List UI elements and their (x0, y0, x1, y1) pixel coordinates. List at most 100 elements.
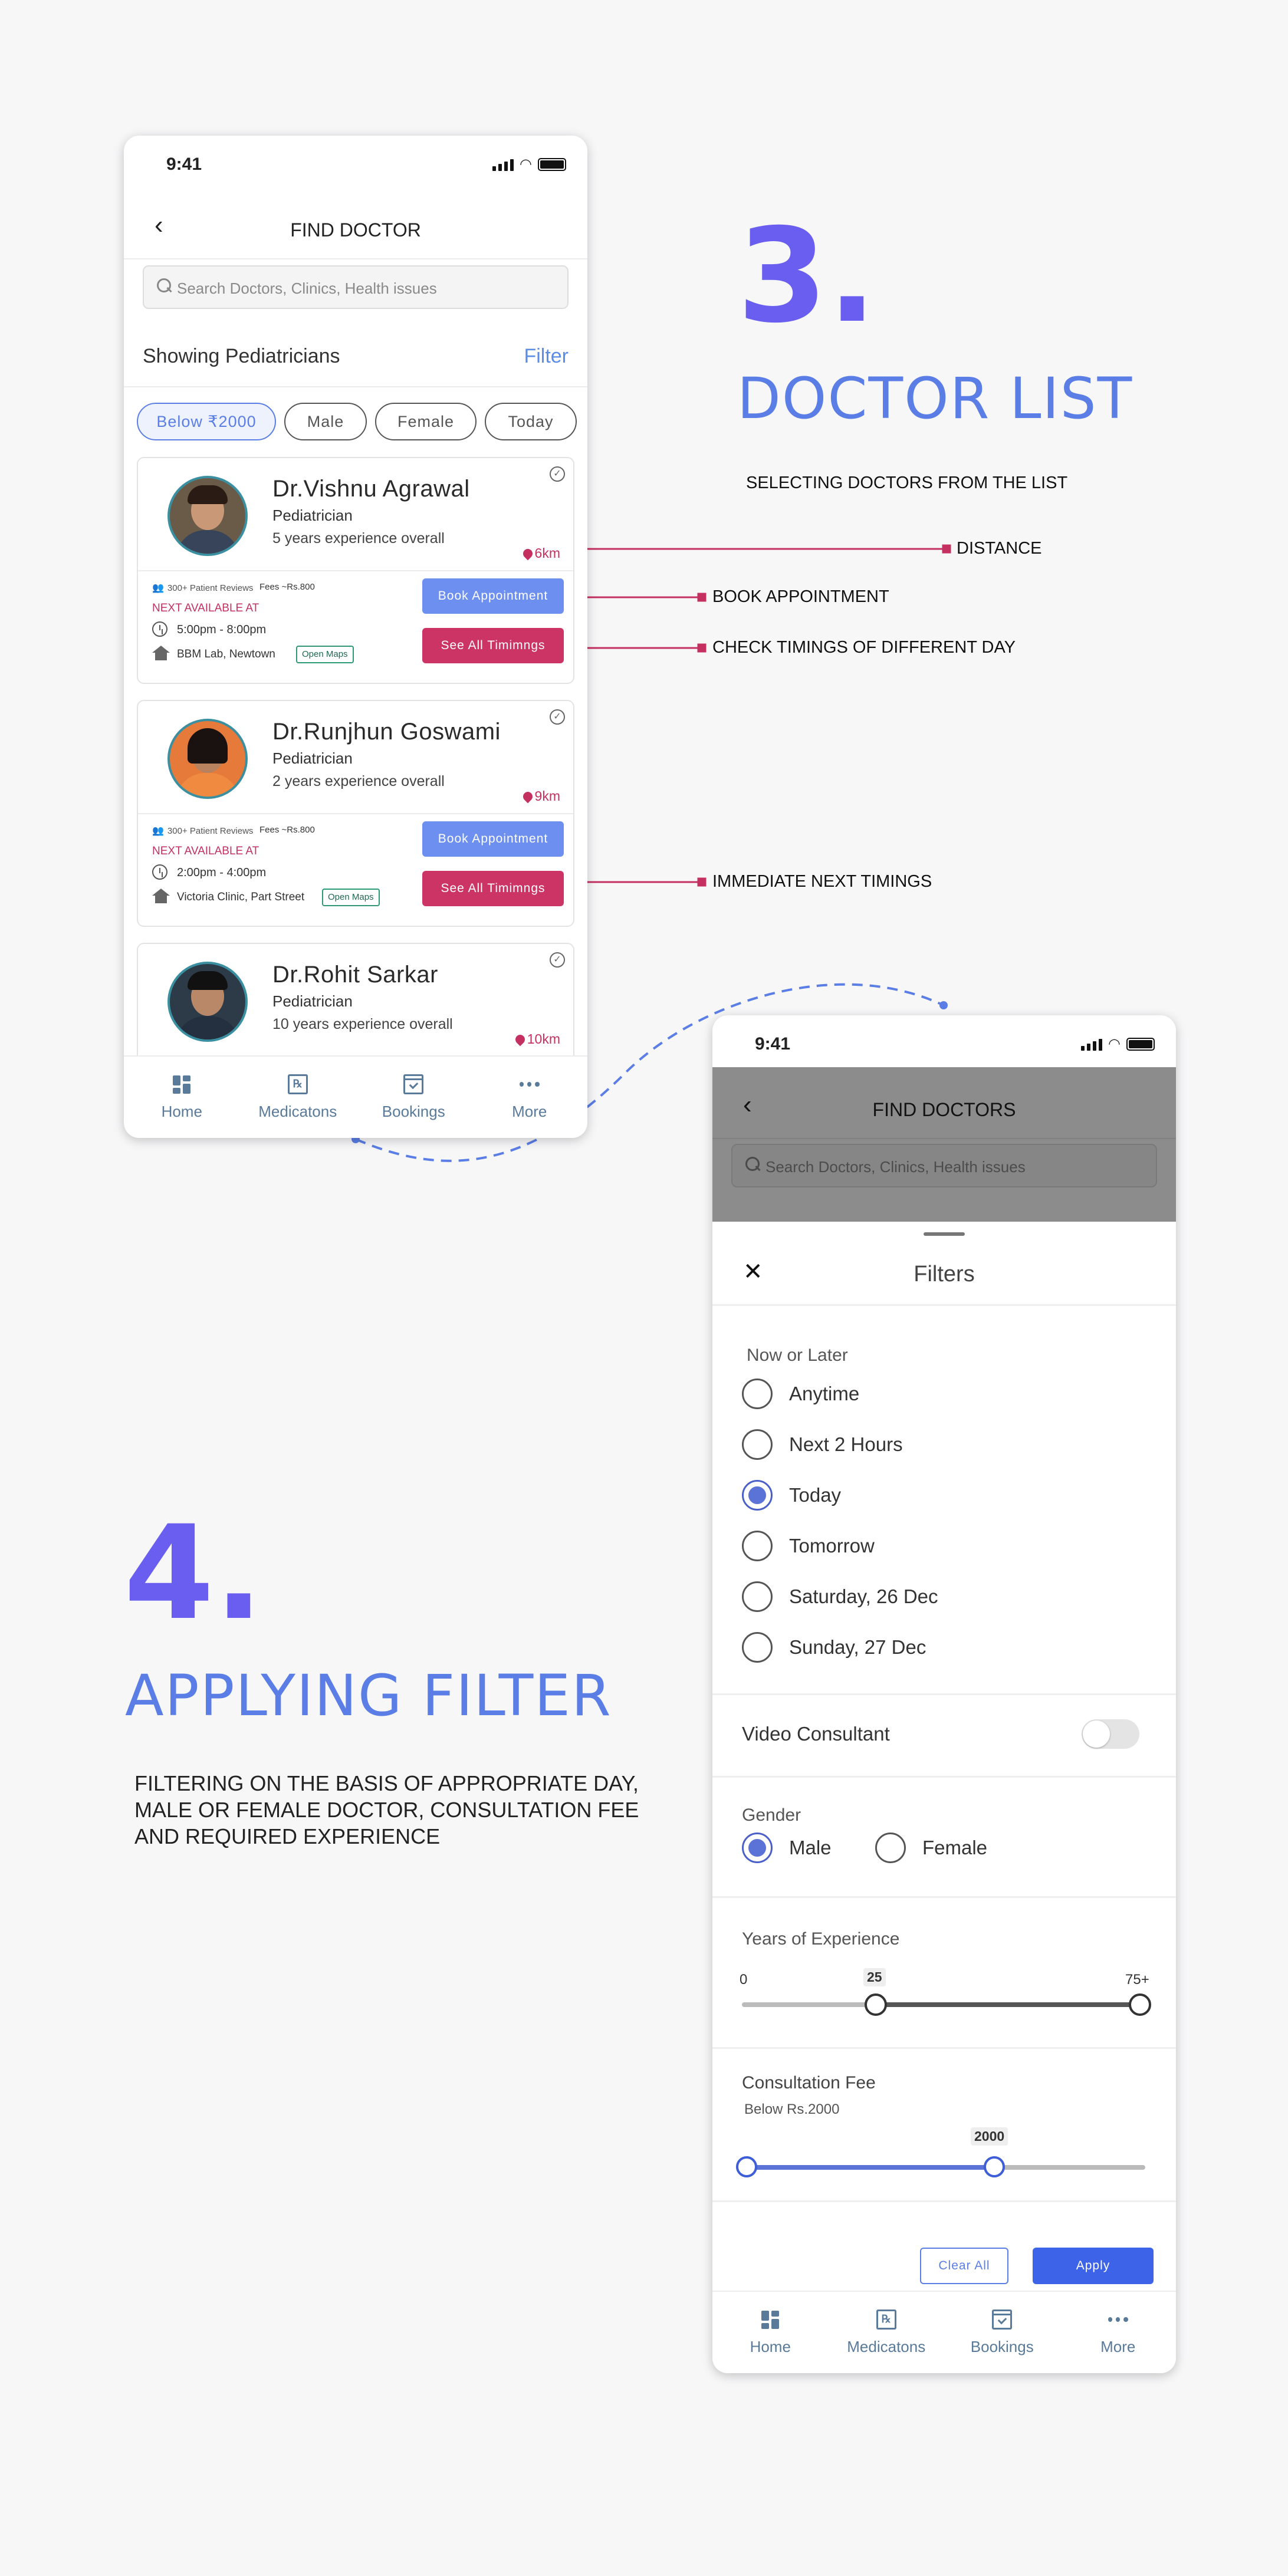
filters-sheet: ✕ Filters Now or Later Anytime Next 2 Ho… (712, 1222, 1176, 2373)
description-line: MALE OR FEMALE DOCTOR, CONSULTATION FEE (134, 1798, 639, 1822)
consultation-fee-sub: Below Rs.2000 (744, 2101, 840, 2117)
open-maps-button[interactable]: Open Maps (296, 646, 354, 663)
radio-option[interactable]: Next 2 Hours (742, 1429, 903, 1460)
bottom-nav: Home ℞ Medicatons Bookings More (124, 1055, 587, 1138)
gender-option-female[interactable]: Female (875, 1833, 987, 1863)
doctor-name: Dr.Rohit Sarkar (272, 962, 438, 988)
experience-min-handle[interactable] (865, 1993, 887, 2016)
description-line: AND REQUIRED EXPERIENCE (134, 1824, 441, 1848)
nav-home[interactable]: Home (712, 2292, 829, 2373)
status-bar: 9:41 ◠ (712, 1015, 1176, 1074)
nav-label: Medicatons (847, 2338, 926, 2355)
chip-today[interactable]: Today (485, 403, 577, 440)
divider (712, 1896, 1176, 1898)
battery-icon (1126, 1038, 1155, 1051)
distance-value: 6km (534, 545, 560, 561)
divider (712, 2200, 1176, 2202)
time-slot: 2:00pm - 4:00pm (177, 866, 267, 879)
fee-track[interactable] (994, 2165, 1145, 2170)
nav-medications[interactable]: ℞ Medicatons (829, 2292, 945, 2373)
clock-icon (152, 621, 167, 637)
filter-button[interactable]: Filter (524, 345, 569, 368)
fee-track-active[interactable] (748, 2165, 994, 2170)
search-input[interactable]: Search Doctors, Clinics, Health issues (143, 265, 569, 309)
location-pin-icon (513, 1032, 527, 1046)
location-pin-icon (521, 547, 534, 560)
section-4-description: FILTERING ON THE BASIS OF APPROPRIATE DA… (134, 1770, 639, 1850)
clock-icon (152, 864, 167, 880)
radio-icon (875, 1833, 906, 1863)
status-icons: ◠ (1081, 1037, 1155, 1051)
doctor-card[interactable]: Dr.Runjhun Goswami Pediatrician 2 years … (137, 700, 574, 927)
nav-bookings[interactable]: Bookings (356, 1057, 472, 1138)
experience-track-active[interactable] (878, 2002, 1141, 2007)
nav-more[interactable]: More (472, 1057, 588, 1138)
nav-label: Home (161, 1103, 202, 1120)
verified-icon: ✓ (550, 466, 565, 482)
apply-button[interactable]: Apply (1033, 2248, 1154, 2284)
filters-title: Filters (914, 1262, 975, 1287)
divider (138, 813, 573, 814)
nav-medications[interactable]: ℞ Medicatons (240, 1057, 356, 1138)
clear-all-button[interactable]: Clear All (920, 2248, 1008, 2284)
fee-value: 2000 (971, 2127, 1008, 2146)
bottom-nav: Home ℞ Medicatons Bookings More (712, 2291, 1176, 2373)
fee-max-handle[interactable] (984, 2156, 1005, 2177)
fees: Fees ~Rs.800 (259, 582, 315, 592)
experience-value: 25 (863, 1968, 886, 1986)
doctor-experience: 5 years experience overall (272, 530, 445, 547)
gender-option-male[interactable]: Male (742, 1833, 832, 1863)
radio-option[interactable]: Today (742, 1480, 841, 1511)
chip-price[interactable]: Below ₹2000 (137, 403, 276, 440)
doctor-experience: 10 years experience overall (272, 1016, 453, 1032)
radio-selected-icon (742, 1833, 773, 1863)
signal-icon (492, 159, 514, 171)
radio-option[interactable]: Sunday, 27 Dec (742, 1632, 926, 1663)
prescription-icon: ℞ (876, 2309, 896, 2330)
book-appointment-button[interactable]: Book Appointment (422, 578, 564, 614)
wifi-icon: ◠ (520, 156, 532, 172)
reviews-text: 300+ Patient Reviews (167, 583, 254, 593)
nav-bookings[interactable]: Bookings (944, 2292, 1060, 2373)
radio-option[interactable]: Tomorrow (742, 1531, 875, 1561)
divider (712, 1304, 1176, 1306)
nav-more[interactable]: More (1060, 2292, 1177, 2373)
doctor-list-phone: 9:41 ◠ ‹ FIND DOCTOR Search Doctors, Cli… (124, 136, 587, 1138)
avatar (167, 476, 248, 556)
drag-handle[interactable] (924, 1232, 965, 1236)
experience-max: 75+ (1125, 1972, 1149, 1988)
experience-track[interactable] (742, 2002, 878, 2007)
radio-option[interactable]: Anytime (742, 1379, 859, 1409)
clinic-icon (152, 646, 170, 661)
annotation-timings: CHECK TIMINGS OF DIFFERENT DAY (712, 638, 1016, 657)
radio-icon (742, 1379, 773, 1409)
radio-icon (742, 1581, 773, 1612)
see-all-timings-button[interactable]: See All Timimngs (422, 871, 564, 906)
annotation-next: IMMEDIATE NEXT TIMINGS (712, 872, 932, 891)
experience-max-handle[interactable] (1129, 1993, 1151, 2016)
book-appointment-button[interactable]: Book Appointment (422, 821, 564, 857)
open-maps-button[interactable]: Open Maps (322, 889, 380, 906)
nav-label: Home (750, 2338, 791, 2355)
prescription-icon: ℞ (287, 1074, 308, 1094)
chip-female[interactable]: Female (375, 403, 477, 440)
nav-home[interactable]: Home (124, 1057, 240, 1138)
distance: 6km (521, 545, 560, 561)
experience-label: Years of Experience (742, 1929, 900, 1949)
overlay-scrim[interactable] (712, 1067, 1176, 1222)
nav-label: Medicatons (258, 1103, 337, 1120)
search-icon (157, 278, 172, 294)
see-all-timings-button[interactable]: See All Timimngs (422, 628, 564, 663)
status-time: 9:41 (166, 154, 202, 174)
dashboard-icon (172, 1074, 192, 1094)
radio-label: Sunday, 27 Dec (789, 1636, 926, 1658)
divider (124, 386, 587, 387)
fee-min-handle[interactable] (736, 2156, 757, 2177)
doctor-specialty: Pediatrician (272, 506, 353, 524)
video-consultant-toggle[interactable] (1082, 1719, 1139, 1749)
doctor-card[interactable]: Dr.Vishnu Agrawal Pediatrician 5 years e… (137, 457, 574, 684)
next-available-label: NEXT AVAILABLE AT (152, 602, 259, 614)
filters-phone: 9:41 ◠ ‹ FIND DOCTORS Search Doctors, Cl… (712, 1015, 1176, 2373)
radio-option[interactable]: Saturday, 26 Dec (742, 1581, 938, 1612)
chip-male[interactable]: Male (284, 403, 367, 440)
